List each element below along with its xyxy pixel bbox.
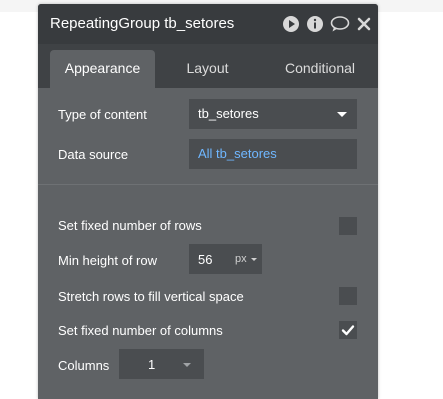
checkmark-icon: [341, 325, 355, 336]
info-icon[interactable]: [306, 15, 324, 33]
type-of-content-dropdown[interactable]: tb_setores: [189, 99, 357, 129]
type-of-content-label: Type of content: [58, 107, 147, 122]
section-divider: [38, 184, 378, 185]
close-icon[interactable]: [357, 15, 371, 33]
fixed-columns-checkbox[interactable]: [339, 321, 357, 339]
min-height-label: Min height of row: [58, 253, 157, 268]
fixed-columns-label: Set fixed number of columns: [58, 323, 223, 338]
fixed-rows-checkbox[interactable]: [339, 217, 357, 235]
panel-titlebar[interactable]: RepeatingGroup tb_setores: [38, 4, 378, 44]
play-icon[interactable]: [282, 15, 300, 33]
type-of-content-value: tb_setores: [198, 106, 259, 121]
chevron-down-icon: [183, 363, 191, 367]
panel-title: RepeatingGroup tb_setores: [50, 15, 235, 32]
comment-icon[interactable]: [330, 15, 350, 33]
stretch-rows-label: Stretch rows to fill vertical space: [58, 289, 244, 304]
unit-caret-icon: [251, 258, 257, 261]
unit-selector[interactable]: px: [235, 253, 247, 265]
columns-label: Columns: [58, 358, 110, 373]
data-source-label: Data source: [58, 147, 129, 162]
columns-value: 1: [148, 357, 156, 372]
columns-dropdown[interactable]: 1: [119, 349, 204, 379]
min-height-input[interactable]: 56 px: [189, 244, 262, 274]
tab-conditional[interactable]: Conditional: [265, 50, 375, 88]
tab-bar: Appearance Layout Conditional: [38, 44, 378, 88]
data-source-expression[interactable]: All tb_setores: [189, 139, 357, 169]
min-height-value: 56: [198, 252, 213, 267]
tab-appearance[interactable]: Appearance: [50, 50, 155, 88]
property-editor-panel: RepeatingGroup tb_setores Appearance Lay…: [38, 4, 378, 399]
fixed-rows-label: Set fixed number of rows: [58, 218, 202, 233]
tab-layout[interactable]: Layout: [165, 50, 250, 88]
chevron-down-icon: [337, 112, 347, 117]
stretch-rows-checkbox[interactable]: [339, 287, 357, 305]
